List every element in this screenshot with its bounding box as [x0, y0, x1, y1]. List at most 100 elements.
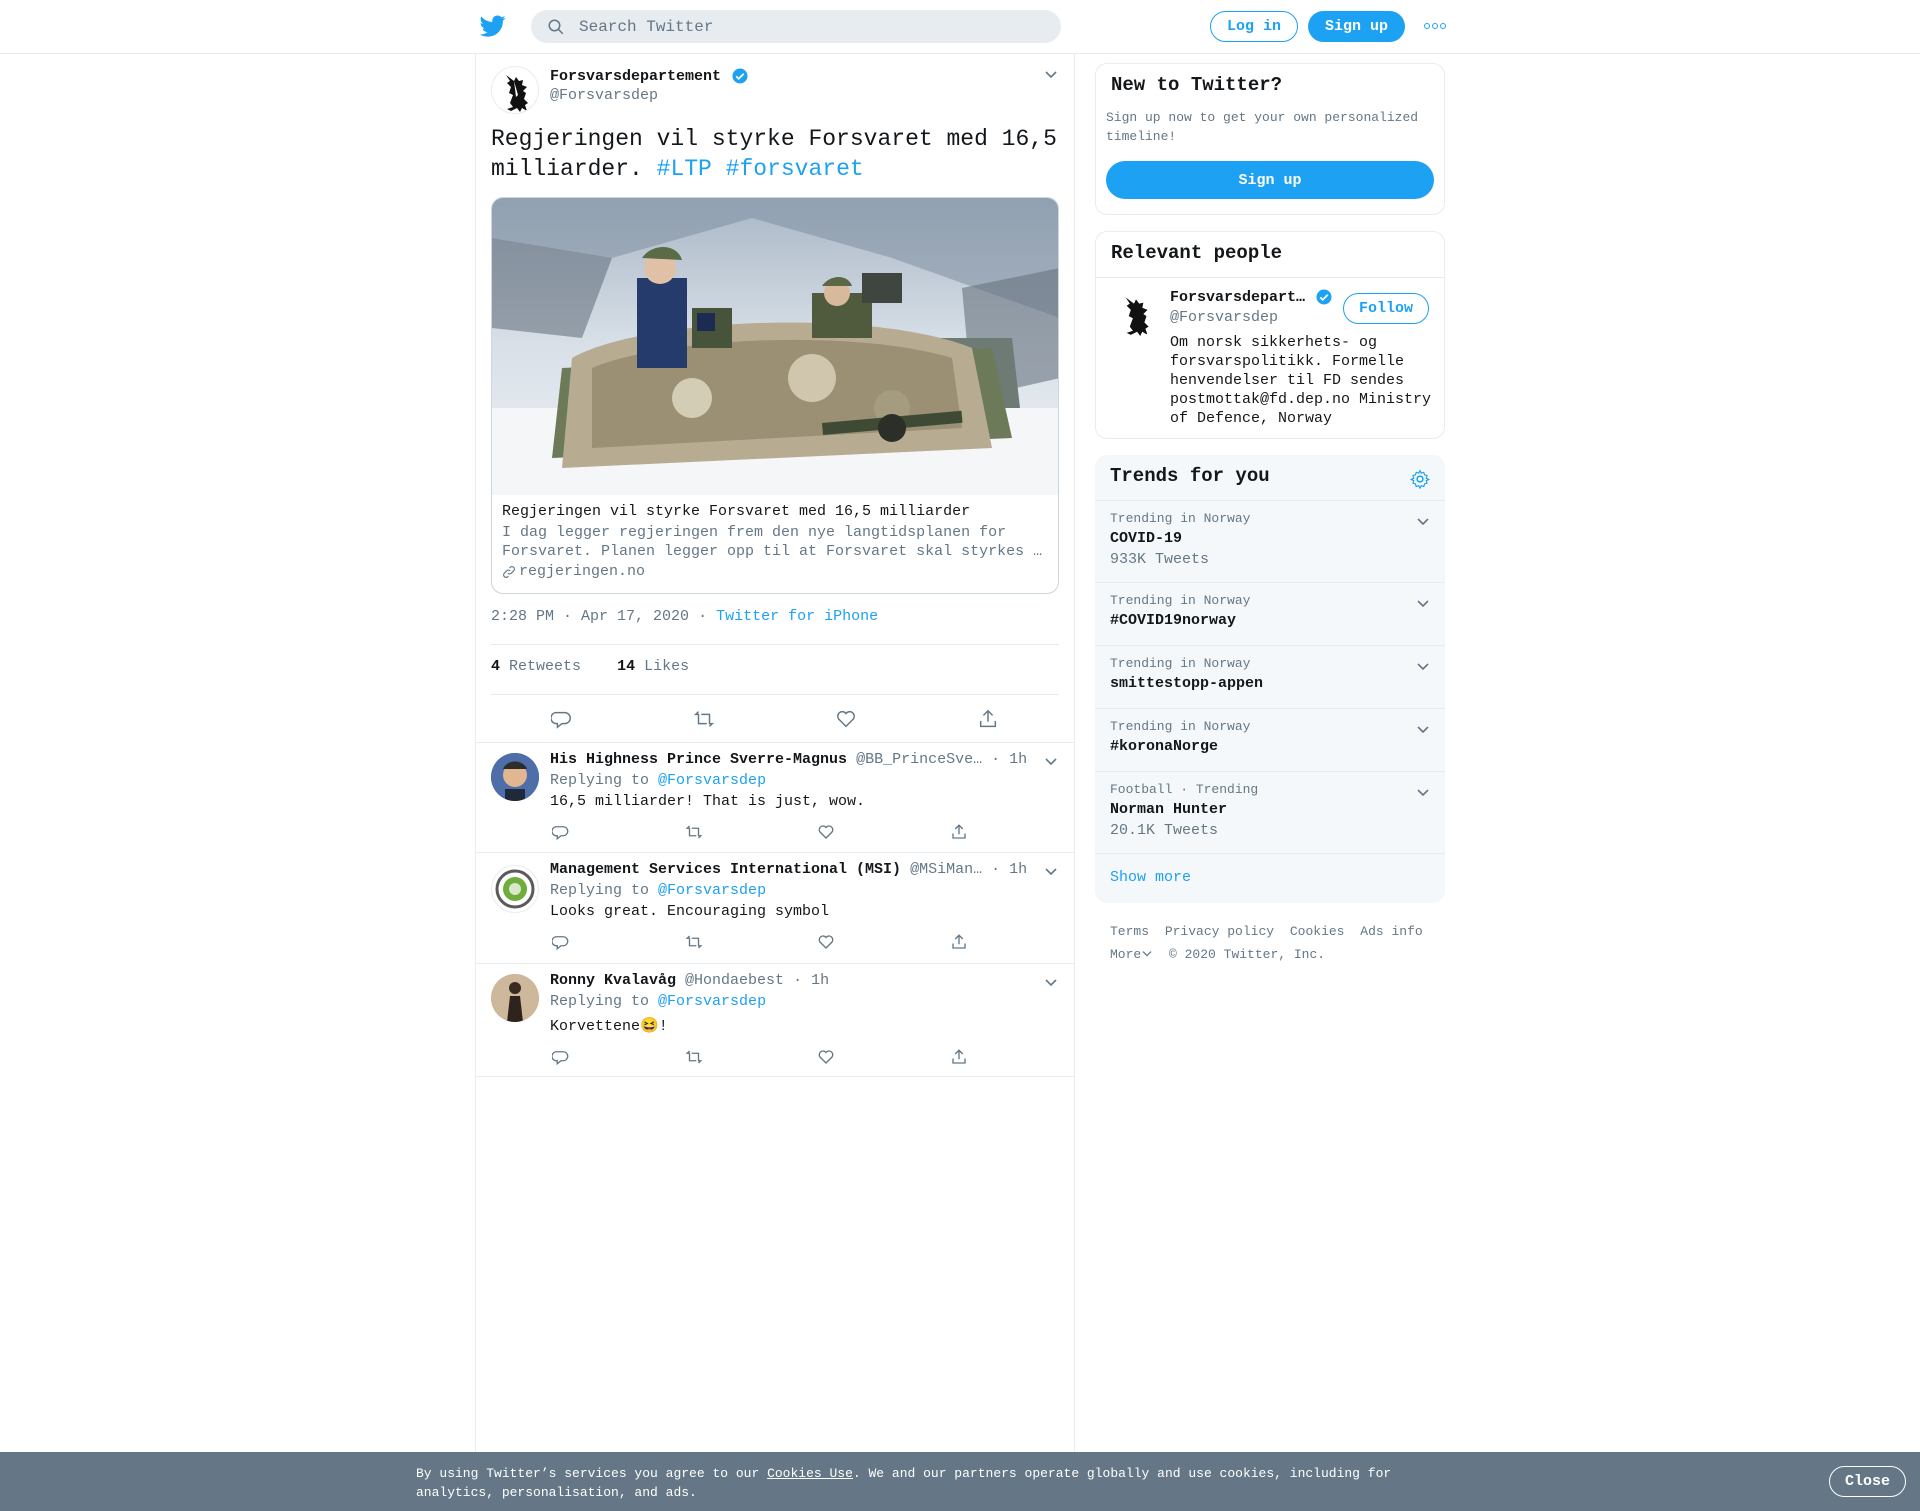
- footer-more-label: More: [1110, 947, 1142, 962]
- reply-avatar[interactable]: [491, 753, 539, 801]
- tweet-text: Regjeringen vil styrke Forsvaret med 16,…: [491, 124, 1071, 184]
- twitter-logo-icon[interactable]: [478, 13, 508, 39]
- replying-to-link[interactable]: @Forsvarsdep: [658, 882, 766, 899]
- retweet-icon[interactable]: [685, 1048, 703, 1066]
- likes-count: 14: [617, 658, 636, 675]
- chevron-down-icon[interactable]: [1044, 757, 1058, 767]
- top-navigation-bar: Log in Sign up: [0, 0, 1920, 54]
- trend-context: Trending in Norway: [1110, 593, 1251, 608]
- chevron-down-icon[interactable]: [1416, 517, 1430, 527]
- footer-link-privacy[interactable]: Privacy policy: [1165, 924, 1274, 939]
- share-icon[interactable]: [977, 708, 999, 730]
- share-icon[interactable]: [950, 1048, 968, 1066]
- chevron-down-icon[interactable]: [1416, 725, 1430, 735]
- chevron-down-icon[interactable]: [1044, 978, 1058, 988]
- login-button[interactable]: Log in: [1210, 11, 1298, 42]
- reply-text: Korvettene😆!: [550, 1018, 668, 1035]
- footer-link-terms[interactable]: Terms: [1110, 924, 1149, 939]
- like-heart-icon[interactable]: [817, 823, 835, 841]
- footer-link-ads-info[interactable]: Ads info: [1360, 924, 1422, 939]
- reply-time[interactable]: · 1h: [991, 861, 1027, 878]
- tweet-time[interactable]: 2:28 PM · Apr 17, 2020: [491, 608, 689, 625]
- trend-name: #COVID19norway: [1110, 612, 1237, 629]
- cookie-text-before: By using Twitter’s services you agree to…: [416, 1466, 768, 1481]
- reply-author-handle[interactable]: @MSiMan…: [910, 861, 982, 878]
- reply-author-name[interactable]: Management Services International (MSI): [550, 861, 901, 878]
- reply-icon[interactable]: [551, 708, 573, 730]
- reply-time[interactable]: · 1h: [793, 972, 829, 989]
- chevron-down-icon[interactable]: [1416, 599, 1430, 609]
- link-icon: [503, 565, 515, 578]
- share-icon[interactable]: [950, 933, 968, 951]
- relevant-people-card: Relevant people Forsvarsdepart… @Forsvar…: [1095, 231, 1445, 439]
- replying-to-link[interactable]: @Forsvarsdep: [658, 772, 766, 789]
- new-to-twitter-text: Sign up now to get your own personalized…: [1106, 110, 1419, 144]
- reply-icon[interactable]: [552, 933, 570, 951]
- likes-label: Likes: [644, 658, 690, 675]
- chevron-down-icon[interactable]: [1416, 662, 1430, 672]
- like-heart-icon[interactable]: [817, 1048, 835, 1066]
- cartoon-prince-avatar-icon: [491, 753, 539, 801]
- footer-more-menu[interactable]: More: [1110, 947, 1153, 962]
- more-options-icon[interactable]: [1424, 18, 1446, 34]
- cookie-text: By using Twitter’s services you agree to…: [416, 1464, 1406, 1502]
- reply-icon[interactable]: [552, 1048, 570, 1066]
- reply-author-name[interactable]: Ronny Kvalavåg: [550, 972, 676, 989]
- reply-author-name[interactable]: His Highness Prince Sverre-Magnus: [550, 751, 847, 768]
- cookies-use-link[interactable]: Cookies Use: [767, 1466, 853, 1481]
- author-name[interactable]: Forsvarsdepartement: [550, 68, 721, 85]
- reply-time[interactable]: · 1h: [991, 751, 1027, 768]
- reply-tweet[interactable]: Management Services International (MSI) …: [476, 852, 1074, 963]
- trend-item[interactable]: Trending in Norway #koronaNorge: [1095, 708, 1445, 771]
- reply-icon[interactable]: [552, 823, 570, 841]
- retweet-icon[interactable]: [693, 708, 715, 730]
- sidebar-signup-button[interactable]: Sign up: [1106, 161, 1434, 199]
- cookie-close-button[interactable]: Close: [1829, 1466, 1906, 1497]
- retweet-icon[interactable]: [685, 823, 703, 841]
- reply-author-handle[interactable]: @Hondaebest: [685, 972, 784, 989]
- trend-item[interactable]: Trending in Norway COVID-19 933K Tweets: [1095, 500, 1445, 582]
- author-avatar[interactable]: [491, 66, 539, 114]
- retweet-icon[interactable]: [685, 933, 703, 951]
- chevron-down-icon[interactable]: [1416, 788, 1430, 798]
- reply-avatar[interactable]: [491, 974, 539, 1022]
- hashtag-link[interactable]: #forsvaret: [726, 156, 864, 182]
- trend-context: Trending in Norway: [1110, 719, 1251, 734]
- hashtag-link[interactable]: #LTP: [657, 156, 712, 182]
- likes-stat[interactable]: 14 Likes: [617, 658, 689, 675]
- settings-gear-icon[interactable]: [1410, 469, 1430, 489]
- like-heart-icon[interactable]: [817, 933, 835, 951]
- new-to-twitter-title: New to Twitter?: [1111, 74, 1283, 96]
- chevron-down-icon[interactable]: [1044, 867, 1058, 877]
- link-preview-card[interactable]: Regjeringen vil styrke Forsvaret med 16,…: [491, 197, 1059, 594]
- tweet-source-link[interactable]: Twitter for iPhone: [716, 608, 878, 625]
- footer-link-cookies[interactable]: Cookies: [1290, 924, 1345, 939]
- search-input[interactable]: [579, 17, 1019, 36]
- reply-actions: [550, 933, 970, 951]
- replying-to-link[interactable]: @Forsvarsdep: [658, 993, 766, 1010]
- person-avatar[interactable]: [1111, 289, 1159, 337]
- signup-button[interactable]: Sign up: [1308, 11, 1405, 42]
- author-handle[interactable]: @Forsvarsdep: [550, 87, 658, 104]
- trend-item[interactable]: Trending in Norway #COVID19norway: [1095, 582, 1445, 645]
- search-box[interactable]: [531, 10, 1061, 43]
- reply-tweet[interactable]: His Highness Prince Sverre-Magnus @BB_Pr…: [476, 742, 1074, 852]
- reply-tweet[interactable]: Ronny Kvalavåg @Hondaebest · 1h Replying…: [476, 963, 1074, 1077]
- like-heart-icon[interactable]: [835, 708, 857, 730]
- trend-item[interactable]: Football · Trending Norman Hunter 20.1K …: [1095, 771, 1445, 853]
- trend-name: Norman Hunter: [1110, 801, 1228, 818]
- share-icon[interactable]: [950, 823, 968, 841]
- person-name[interactable]: Forsvarsdepart…: [1170, 289, 1305, 306]
- footer-copyright: © 2020 Twitter, Inc.: [1169, 947, 1326, 962]
- chevron-down-icon[interactable]: [1044, 70, 1058, 80]
- show-more-link[interactable]: Show more: [1110, 869, 1191, 886]
- reply-avatar[interactable]: [491, 865, 539, 913]
- trend-item[interactable]: Trending in Norway smittestopp-appen: [1095, 645, 1445, 708]
- trend-name: COVID-19: [1110, 530, 1183, 547]
- person-handle[interactable]: @Forsvarsdep: [1170, 309, 1278, 326]
- retweets-stat[interactable]: 4 Retweets: [491, 658, 581, 675]
- main-timeline-column: Forsvarsdepartement @Forsvarsdep Regjeri…: [475, 54, 1075, 1454]
- follow-button[interactable]: Follow: [1343, 293, 1429, 324]
- reply-author-handle[interactable]: @BB_PrinceSve…: [856, 751, 982, 768]
- sidebar-footer: Terms Privacy policy Cookies Ads info Mo…: [1110, 920, 1431, 966]
